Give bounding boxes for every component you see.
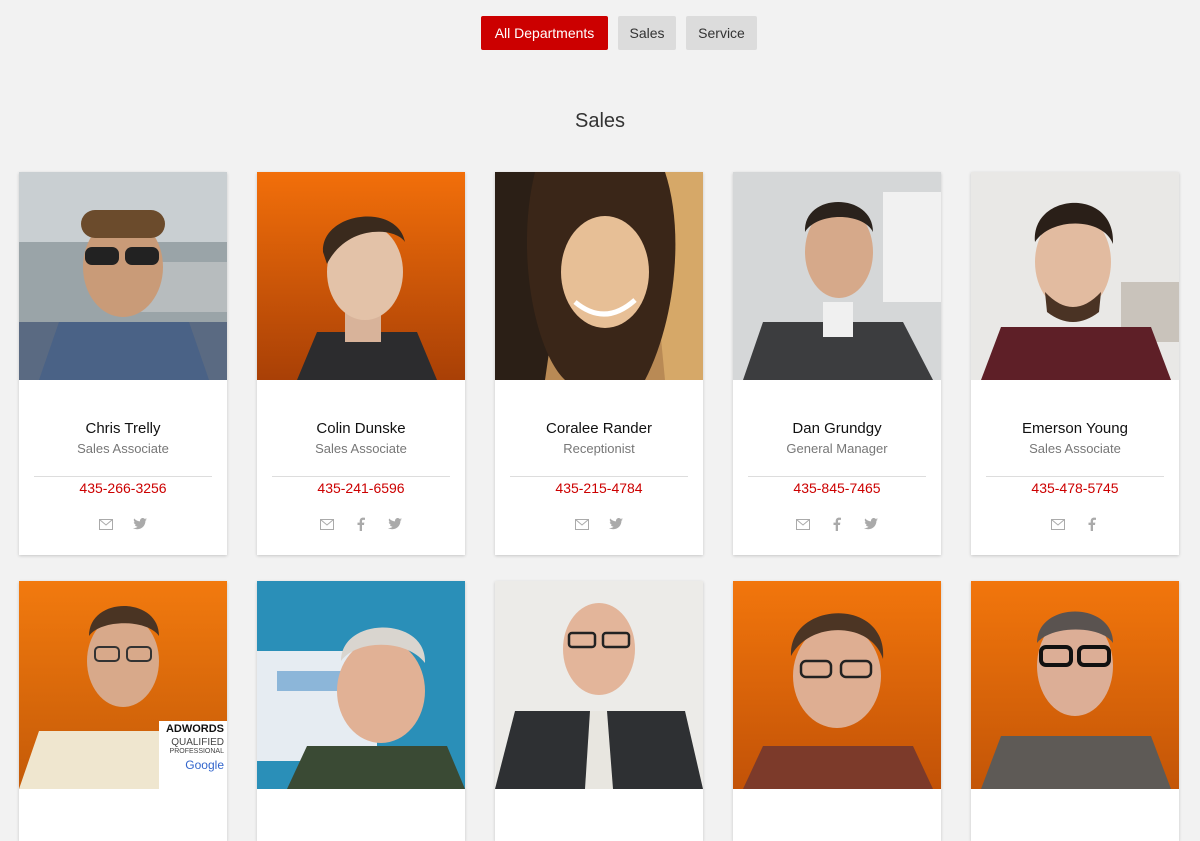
staff-card: ADWORDS QUALIFIED PROFESSIONAL Google (19, 581, 227, 841)
staff-phone-link[interactable]: 435-478-5745 (1031, 480, 1118, 496)
email-icon[interactable] (319, 516, 335, 532)
email-icon[interactable] (574, 516, 590, 532)
twitter-icon[interactable] (387, 516, 403, 532)
staff-phone-link[interactable]: 435-266-3256 (79, 480, 166, 496)
staff-name: Emerson Young (1022, 420, 1128, 437)
staff-photo (971, 172, 1179, 380)
staff-role: General Manager (786, 441, 888, 456)
email-icon[interactable] (1050, 516, 1066, 532)
staff-name: Dan Grundgy (792, 420, 882, 437)
staff-card (733, 581, 941, 841)
staff-phone-link[interactable]: 435-215-4784 (555, 480, 642, 496)
facebook-icon[interactable] (1084, 516, 1100, 532)
staff-photo (257, 581, 465, 789)
staff-photo (733, 581, 941, 789)
staff-name: Chris Trelly (85, 420, 161, 437)
staff-card: Colin Dunske Sales Associate 435-241-659… (257, 172, 465, 555)
staff-role: Receptionist (563, 441, 635, 456)
facebook-icon[interactable] (829, 516, 845, 532)
staff-card: Dan Grundgy General Manager 435-845-7465 (733, 172, 941, 555)
divider (272, 476, 450, 477)
staff-photo (495, 172, 703, 380)
staff-photo (19, 172, 227, 380)
staff-card: Chris Trelly Sales Associate 435-266-325… (19, 172, 227, 555)
divider (34, 476, 212, 477)
staff-card (495, 581, 703, 841)
staff-photo (971, 581, 1179, 789)
staff-card (971, 581, 1179, 841)
filter-sales-button[interactable]: Sales (618, 16, 676, 50)
twitter-icon[interactable] (863, 516, 879, 532)
facebook-icon[interactable] (353, 516, 369, 532)
staff-card: Emerson Young Sales Associate 435-478-57… (971, 172, 1179, 555)
staff-phone-link[interactable]: 435-845-7465 (793, 480, 880, 496)
divider (510, 476, 688, 477)
staff-card: Coralee Rander Receptionist 435-215-4784 (495, 172, 703, 555)
divider (986, 476, 1164, 477)
section-title: Sales (574, 110, 626, 132)
staff-name: Coralee Rander (546, 420, 652, 437)
adwords-qualified-badge: ADWORDS QUALIFIED PROFESSIONAL Google (159, 721, 227, 789)
email-icon[interactable] (98, 516, 114, 532)
twitter-icon[interactable] (608, 516, 624, 532)
staff-role: Sales Associate (315, 441, 407, 456)
staff-name: Colin Dunske (316, 420, 406, 437)
staff-role: Sales Associate (1029, 441, 1121, 456)
staff-photo (733, 172, 941, 380)
email-icon[interactable] (795, 516, 811, 532)
staff-photo (495, 581, 703, 789)
staff-phone-link[interactable]: 435-241-6596 (317, 480, 404, 496)
twitter-icon[interactable] (132, 516, 148, 532)
staff-role: Sales Associate (77, 441, 169, 456)
filter-service-button[interactable]: Service (686, 16, 757, 50)
staff-card (257, 581, 465, 841)
department-filters: All Departments Sales Service (0, 16, 1200, 50)
divider (748, 476, 926, 477)
staff-photo: ADWORDS QUALIFIED PROFESSIONAL Google (19, 581, 227, 789)
staff-photo (257, 172, 465, 380)
filter-all-departments-button[interactable]: All Departments (481, 16, 608, 50)
